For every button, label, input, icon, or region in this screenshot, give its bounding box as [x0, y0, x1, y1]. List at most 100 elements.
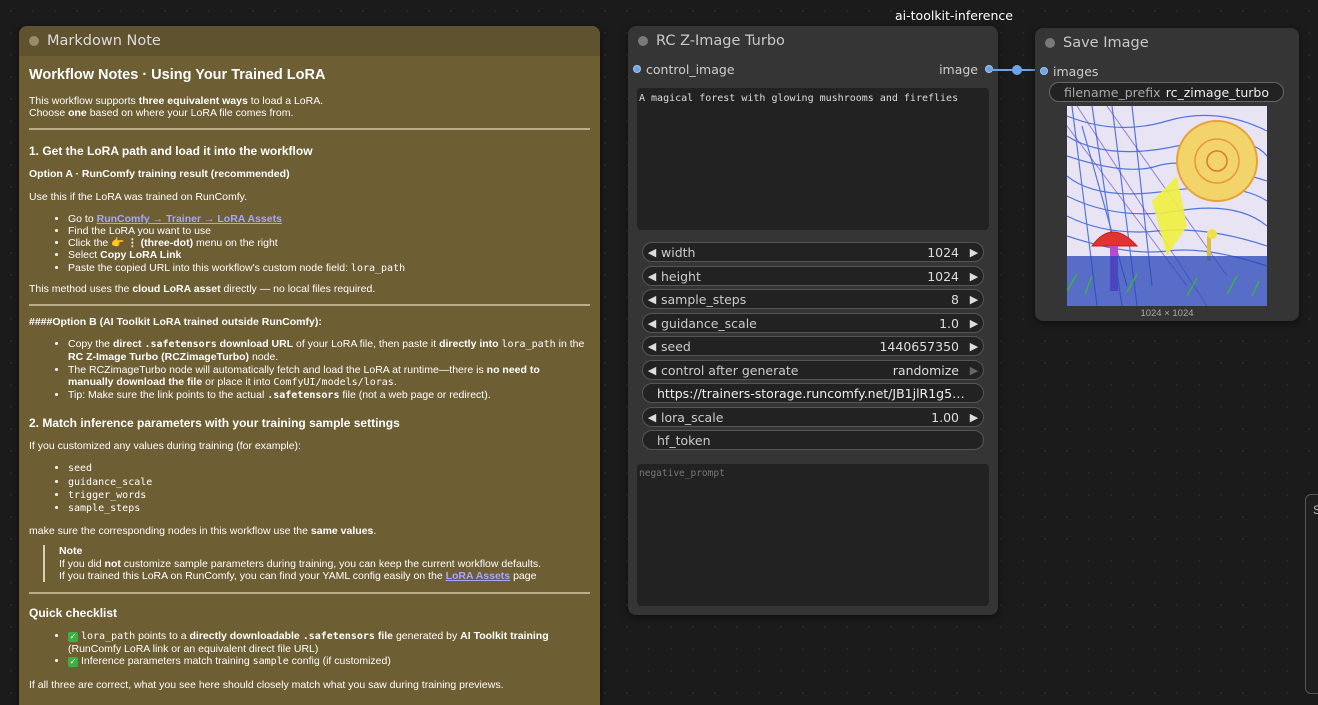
- section2-title: 2. Match inference parameters with your …: [29, 416, 400, 431]
- widget-label: width: [661, 244, 696, 260]
- seed-widget[interactable]: ◀ seed 1440657350 ▶: [642, 336, 984, 356]
- optionA-steps: Go to RunComfy → Trainer → LoRA Assets F…: [29, 213, 590, 275]
- widget-label: sample_steps: [661, 291, 747, 307]
- list-item: seed: [68, 462, 590, 475]
- group-label: ai-toolkit-inference: [895, 8, 1013, 23]
- collapse-dot-icon[interactable]: [1045, 38, 1055, 48]
- lora-path-widget[interactable]: https://trainers-storage.runcomfy.net/JB…: [642, 383, 984, 403]
- input-slot-control-image[interactable]: control_image: [646, 62, 735, 77]
- collapse-dot-icon[interactable]: [29, 36, 39, 46]
- increment-arrow-icon[interactable]: ▶: [965, 246, 983, 259]
- decrement-arrow-icon[interactable]: ◀: [643, 317, 661, 330]
- list-item: Copy the direct .safetensors download UR…: [68, 338, 586, 363]
- widget-label: seed: [661, 338, 691, 354]
- output-slot-image[interactable]: image: [939, 62, 978, 77]
- list-item: Tip: Make sure the link points to the ac…: [68, 389, 586, 402]
- input-slot-dot-icon[interactable]: [633, 65, 641, 73]
- list-item: Select Copy LoRA Link: [68, 249, 590, 261]
- optionA-method: This method uses the cloud LoRA asset di…: [29, 282, 376, 295]
- collapse-dot-icon[interactable]: [638, 36, 648, 46]
- io-slots-row: images: [1035, 58, 1299, 84]
- lora-assets-link[interactable]: RunComfy → Trainer → LoRA Assets: [97, 213, 282, 225]
- increment-arrow-icon[interactable]: ▶: [965, 270, 983, 283]
- io-slots-row: control_image image: [628, 56, 998, 82]
- decrement-arrow-icon[interactable]: ◀: [643, 270, 661, 283]
- widget-value: rc_zimage_turbo: [1165, 84, 1269, 100]
- check-icon: ✓: [68, 657, 78, 668]
- widget-value: 1.0: [939, 315, 959, 331]
- widget-value: 1440657350: [879, 338, 959, 354]
- prompt-textarea[interactable]: A magical forest with glowing mushrooms …: [637, 88, 989, 230]
- list-item: Click the 👉 ⋮ (three-dot) menu on the ri…: [68, 237, 590, 249]
- fragment-label: S: [1313, 503, 1318, 517]
- check-icon: ✓: [68, 632, 78, 643]
- widget-label: hf_token: [657, 432, 711, 448]
- optionA-title: Option A · RunComfy training result (rec…: [29, 168, 290, 181]
- input-slot-images[interactable]: images: [1053, 64, 1098, 79]
- offscreen-node-fragment[interactable]: S: [1305, 494, 1318, 694]
- decrement-arrow-icon[interactable]: ◀: [643, 364, 661, 377]
- widget-label: height: [661, 268, 701, 284]
- save-image-node[interactable]: Save Image images filename_prefix rc_zim…: [1035, 28, 1299, 321]
- markdown-content: Workflow Notes · Using Your Trained LoRA…: [19, 56, 600, 691]
- node-title-bar[interactable]: Markdown Note: [19, 26, 600, 56]
- note-intro: This workflow supports three equivalent …: [29, 95, 324, 120]
- divider: [29, 592, 590, 595]
- divider: [29, 304, 590, 307]
- rc-zimage-turbo-node[interactable]: RC Z-Image Turbo control_image image A m…: [628, 26, 998, 615]
- increment-arrow-icon[interactable]: ▶: [965, 317, 983, 330]
- note-blockquote: Note If you did not customize sample par…: [43, 545, 590, 583]
- hf-token-widget[interactable]: hf_token: [642, 430, 984, 450]
- list-item: guidance_scale: [68, 476, 590, 489]
- guidance-scale-widget[interactable]: ◀ guidance_scale 1.0 ▶: [642, 313, 984, 333]
- list-item: ✓Inference parameters match training sam…: [68, 655, 590, 668]
- node-title-bar[interactable]: RC Z-Image Turbo: [628, 26, 998, 56]
- sample-steps-widget[interactable]: ◀ sample_steps 8 ▶: [642, 289, 984, 309]
- section2-params: seed guidance_scale trigger_words sample…: [29, 462, 590, 515]
- note-heading: Workflow Notes · Using Your Trained LoRA: [29, 67, 326, 83]
- decrement-arrow-icon[interactable]: ◀: [643, 340, 661, 353]
- input-slot-dot-icon[interactable]: [1040, 67, 1048, 75]
- lora-assets-link-2[interactable]: LoRA Assets: [446, 570, 511, 582]
- widget-label: guidance_scale: [661, 315, 757, 331]
- list-item: ✓lora_path points to a directly download…: [68, 630, 590, 655]
- lora-scale-widget[interactable]: ◀ lora_scale 1.00 ▶: [642, 407, 984, 427]
- increment-arrow-icon[interactable]: ▶: [965, 411, 983, 424]
- list-item: The RCZimageTurbo node will automaticall…: [68, 364, 586, 389]
- increment-arrow-icon[interactable]: ▶: [965, 340, 983, 353]
- closing-text: If all three are correct, what you see h…: [29, 678, 504, 691]
- node-title-bar[interactable]: Save Image: [1035, 28, 1299, 58]
- widget-value: 1024: [927, 244, 959, 260]
- optionB-steps: Copy the direct .safetensors download UR…: [29, 338, 590, 402]
- divider: [29, 128, 590, 131]
- list-item: Find the LoRA you want to use: [68, 225, 590, 237]
- widget-value: randomize: [892, 362, 959, 378]
- markdown-note-node[interactable]: Markdown Note Workflow Notes · Using You…: [19, 26, 600, 705]
- filename-prefix-widget[interactable]: filename_prefix rc_zimage_turbo: [1049, 82, 1284, 102]
- checklist-title: Quick checklist: [29, 606, 118, 621]
- node-title: Markdown Note: [47, 33, 161, 49]
- list-item: Paste the copied URL into this workflow'…: [68, 262, 590, 275]
- height-widget[interactable]: ◀ height 1024 ▶: [642, 266, 984, 286]
- decrement-arrow-icon[interactable]: ◀: [643, 293, 661, 306]
- widget-value: https://trainers-storage.runcomfy.net/JB…: [657, 385, 983, 401]
- width-widget[interactable]: ◀ width 1024 ▶: [642, 242, 984, 262]
- control-after-generate-widget[interactable]: ◀ control after generate randomize ▶: [642, 360, 984, 380]
- link-midpoint-dot[interactable]: [1012, 65, 1022, 75]
- widget-label: lora_scale: [661, 409, 724, 425]
- optionB-title: ####Option B (AI Toolkit LoRA trained ou…: [29, 316, 322, 329]
- image-preview[interactable]: [1067, 106, 1267, 306]
- widget-value: 1.00: [931, 409, 959, 425]
- section1-title: 1. Get the LoRA path and load it into th…: [29, 144, 313, 159]
- node-title: RC Z-Image Turbo: [656, 33, 785, 49]
- increment-arrow-icon[interactable]: ▶: [965, 293, 983, 306]
- decrement-arrow-icon[interactable]: ◀: [643, 246, 661, 259]
- list-item: sample_steps: [68, 502, 590, 515]
- preview-image-drawing: [1067, 106, 1267, 306]
- decrement-arrow-icon[interactable]: ◀: [643, 411, 661, 424]
- negative-prompt-textarea[interactable]: negative_prompt: [637, 464, 989, 606]
- increment-arrow-icon[interactable]: ▶: [965, 364, 983, 377]
- node-title: Save Image: [1063, 35, 1149, 51]
- widget-label: filename_prefix: [1064, 84, 1161, 100]
- section2-make: make sure the corresponding nodes in thi…: [29, 525, 377, 538]
